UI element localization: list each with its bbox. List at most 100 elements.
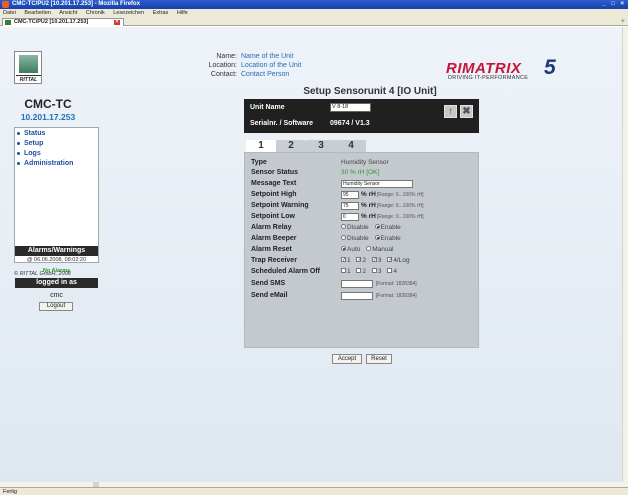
- bullet-icon: [17, 131, 20, 135]
- new-tab-icon[interactable]: +: [621, 18, 625, 26]
- favicon-icon: [5, 20, 11, 25]
- menu-lesezeichen[interactable]: Lesezeichen: [113, 10, 144, 16]
- sidebar-nav: Status Setup Logs Administration Alarms/…: [14, 127, 99, 311]
- sched-4-checkbox[interactable]: 4: [387, 267, 397, 275]
- menu-datei[interactable]: Datei: [3, 10, 16, 16]
- menu-hilfe[interactable]: Hilfe: [177, 10, 188, 16]
- alarms-header: Alarms/Warnings: [15, 246, 98, 256]
- trap-2-checkbox[interactable]: ✓2: [356, 256, 366, 264]
- row-type: Type Humidity Sensor: [251, 159, 389, 166]
- window-title: CMC-TC/PU2 [10.201.17.253] - Mozilla Fir…: [12, 1, 141, 7]
- relay-enable-radio[interactable]: Enable: [374, 223, 401, 231]
- row-alarm-relay: Alarm Relay Disable Enable: [251, 223, 401, 231]
- copyright: © RITTAL GmbH, 2008: [14, 271, 71, 277]
- rittal-logo: RITTAL: [14, 51, 42, 84]
- trap-3-checkbox[interactable]: ✓3: [371, 256, 382, 264]
- setpoint-warning-input[interactable]: 75: [341, 202, 359, 210]
- serial-value: 09674 / V1.3: [330, 120, 370, 127]
- browser-tab-label: CMC-TC/PU2 [10.201.17.253]: [14, 19, 89, 25]
- unit-name-input[interactable]: V 8-18: [330, 103, 371, 112]
- unit-name-label: Unit Name: [250, 104, 285, 111]
- reset-manual-radio[interactable]: Manual: [366, 245, 394, 253]
- device-name: CMC-TC: [24, 97, 72, 111]
- message-text-input[interactable]: Humidity Sensor: [341, 180, 413, 188]
- menu-ansicht[interactable]: Ansicht: [59, 10, 77, 16]
- arrow-up-icon[interactable]: ↑: [444, 105, 457, 118]
- row-setpoint-low: Setpoint Low 0% rH[Range: 0...100% rH]: [251, 213, 424, 221]
- vertical-scrollbar[interactable]: [622, 27, 628, 482]
- logo-image: [19, 55, 38, 73]
- brand-number: 5: [544, 56, 556, 79]
- firefox-icon: [2, 1, 9, 8]
- row-sensor-status: Sensor Status 30 % rH [OK]: [251, 169, 380, 176]
- sched-3-checkbox[interactable]: 3: [371, 267, 382, 275]
- tab-close-icon[interactable]: ×: [114, 20, 120, 25]
- nav-item-setup[interactable]: Setup: [17, 140, 43, 147]
- sensor-settings-panel: Type Humidity Sensor Sensor Status 30 % …: [244, 152, 479, 348]
- logged-in-header: logged in as: [15, 278, 98, 288]
- row-alarm-beeper: Alarm Beeper Disable Enable: [251, 234, 401, 242]
- close-icon[interactable]: ✖: [460, 105, 473, 118]
- brand-tagline: DRIVING IT-PERFORMANCE: [448, 75, 529, 81]
- nav-item-administration[interactable]: Administration: [17, 160, 73, 167]
- menu-bar: Datei Bearbeiten Ansicht Chronik Lesezei…: [0, 9, 628, 17]
- nav-item-logs[interactable]: Logs: [17, 150, 41, 157]
- browser-tab[interactable]: CMC-TC/PU2 [10.201.17.253] ×: [2, 18, 124, 26]
- rimatrix-logo: RIMATRIX 5 DRIVING IT-PERFORMANCE: [446, 56, 572, 84]
- header-values: Name of the Unit Location of the Unit Co…: [241, 52, 361, 79]
- name-label: Name:: [216, 53, 237, 60]
- status-bar: Fertig: [0, 487, 628, 495]
- nav-item-status[interactable]: Status: [17, 130, 45, 137]
- tab-3[interactable]: 3: [306, 140, 336, 152]
- row-message-text: Message Text Humidity Sensor: [251, 180, 475, 189]
- reset-auto-radio[interactable]: Auto: [341, 245, 360, 253]
- row-send-sms: Send SMS [Format: 1828384]: [251, 280, 417, 288]
- beeper-disable-radio[interactable]: Disable: [341, 234, 369, 242]
- setpoint-high-input[interactable]: 95: [341, 191, 359, 199]
- bullet-icon: [17, 151, 20, 155]
- contact-value: Contact Person: [241, 71, 290, 78]
- row-trap-receiver: Trap Receiver ✓1 ✓2 ✓3 ✓4/Log: [251, 256, 410, 264]
- reset-button[interactable]: Reset: [366, 354, 392, 364]
- contact-label: Contact:: [210, 71, 237, 78]
- window-controls[interactable]: _ □ ×: [602, 1, 626, 8]
- accept-button[interactable]: Accept: [332, 354, 362, 364]
- unit-location-value: Location of the Unit: [241, 62, 302, 69]
- alarms-timestamp: @ 06.06.2008, 08:02:20: [26, 257, 87, 263]
- window-titlebar: CMC-TC/PU2 [10.201.17.253] - Mozilla Fir…: [0, 0, 628, 9]
- tab-2[interactable]: 2: [276, 140, 306, 152]
- logged-user: cmc: [50, 292, 63, 299]
- row-send-email: Send eMail [Format: 1828384]: [251, 292, 417, 300]
- row-setpoint-warning: Setpoint Warning 75% rH[Range: 0...100% …: [251, 202, 424, 210]
- unit-name-value: Name of the Unit: [241, 53, 294, 60]
- sensor-status-value: 30 % rH [OK]: [341, 169, 380, 176]
- menu-chronik[interactable]: Chronik: [86, 10, 105, 16]
- logo-text: RITTAL: [16, 75, 41, 83]
- serial-label: Serialnr. / Software: [250, 120, 314, 127]
- row-scheduled-alarm-off: Scheduled Alarm Off 1 2 3 4: [251, 267, 397, 275]
- setpoint-low-input[interactable]: 0: [341, 213, 359, 221]
- relay-disable-radio[interactable]: Disable: [341, 223, 369, 231]
- browser-tab-bar: CMC-TC/PU2 [10.201.17.253] × +: [0, 17, 628, 26]
- device-ip: 10.201.17.253: [20, 112, 76, 122]
- menu-bearbeiten[interactable]: Bearbeiten: [24, 10, 51, 16]
- sched-1-checkbox[interactable]: 1: [341, 267, 351, 275]
- trap-1-checkbox[interactable]: ✓1: [341, 256, 351, 264]
- unit-info-box: Unit Name V 8-18 Serialnr. / Software 09…: [244, 99, 479, 133]
- header-labels: Name: Location: Contact:: [187, 52, 237, 79]
- type-value: Humidity Sensor: [341, 159, 389, 166]
- row-alarm-reset: Alarm Reset Auto Manual: [251, 245, 394, 253]
- page-viewport: RITTAL CMC-TC 10.201.17.253 Status Setup…: [0, 27, 622, 482]
- trap-4-checkbox[interactable]: ✓4/Log: [387, 256, 410, 264]
- beeper-enable-radio[interactable]: Enable: [374, 234, 401, 242]
- page-title: Setup Sensorunit 4 [IO Unit]: [303, 86, 437, 97]
- sms-input[interactable]: [341, 280, 373, 288]
- bullet-icon: [17, 141, 20, 145]
- tab-4[interactable]: 4: [336, 140, 366, 152]
- location-label: Location:: [208, 62, 237, 69]
- bullet-icon: [17, 161, 20, 165]
- menu-extras[interactable]: Extras: [153, 10, 169, 16]
- email-input[interactable]: [341, 292, 373, 300]
- sched-2-checkbox[interactable]: 2: [356, 267, 366, 275]
- logout-button[interactable]: Logout: [39, 302, 73, 311]
